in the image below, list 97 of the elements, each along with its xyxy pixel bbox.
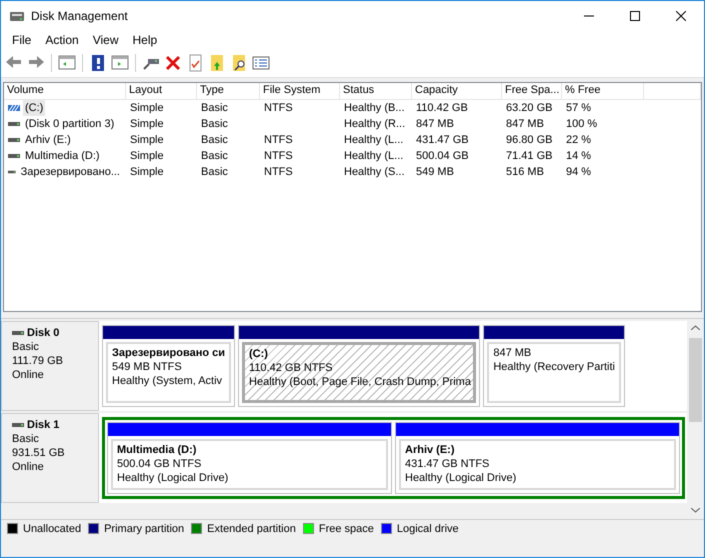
table-cell-text: 100 % [566, 117, 598, 132]
disk-type: Basic [12, 432, 40, 446]
window-pane-button[interactable] [58, 54, 76, 72]
partition-name: Multimedia (D:) [117, 443, 198, 457]
legend-label: Extended partition [207, 522, 296, 534]
disk-size: 111.79 GB [12, 354, 64, 368]
table-cell-text: 110.42 GB [416, 101, 468, 116]
table-cell-text: Healthy (L... [344, 133, 404, 148]
drive-icon [8, 120, 20, 128]
table-cell-text: NTFS [264, 149, 293, 164]
table-cell-text: 549 MB [416, 165, 454, 180]
striped-drive-icon [8, 104, 20, 112]
partition-block[interactable]: Arhiv (E:) 431.47 GB NTFS Healthy (Logical Drive) [395, 422, 680, 494]
table-cell-text: Basic [201, 149, 228, 164]
drive-icon [8, 168, 16, 176]
partition-size: 110.42 GB NTFS [249, 361, 334, 375]
drive-icon [12, 329, 24, 337]
close-icon [676, 10, 686, 20]
table-cell-text: Simple [130, 165, 164, 180]
drive-icon [8, 136, 20, 144]
table-cell-text: 57 % [566, 101, 592, 116]
partition-size: 431.47 GB NTFS [405, 457, 490, 471]
legend-label: Logical drive [396, 522, 459, 534]
legend-label: Free space [318, 522, 374, 534]
menu-item[interactable]: View [86, 32, 126, 46]
table-cell-text: 500.04 GB [416, 149, 469, 164]
table-cell-text: Simple [130, 133, 164, 148]
disk-name: Disk 1 [27, 418, 60, 432]
table-cell[interactable]: Зарезервировано... [18, 164, 122, 180]
partition-size: 549 MB NTFS [112, 360, 183, 374]
folder-search-button[interactable] [230, 54, 248, 72]
partition-block[interactable]: 847 MB Healthy (Recovery Partiti [483, 325, 625, 407]
table-cell[interactable]: (Disk 0 partition 3) [23, 116, 116, 132]
help-button[interactable] [89, 54, 107, 72]
partition-name: Зарезервировано си [112, 346, 226, 360]
table-cell-text: 516 MB [506, 165, 544, 180]
table-cell[interactable]: Multimedia (D:) [23, 148, 102, 164]
drive-icon [8, 152, 20, 160]
table-cell-text: 847 MB [506, 117, 544, 132]
scroll-thumb[interactable] [689, 338, 702, 422]
scroll-down-icon [691, 508, 700, 513]
table-cell-text: 22 % [566, 133, 592, 148]
table-cell-text: Basic [201, 101, 228, 116]
table-cell[interactable]: Arhiv (E:) [23, 132, 73, 148]
partition-status: Healthy (System, Activ [112, 374, 224, 388]
table-cell-text: Basic [201, 133, 228, 148]
table-cell-text: Healthy (B... [344, 101, 405, 116]
table-cell-text: Simple [130, 117, 164, 132]
legend-label: Unallocated [23, 522, 82, 534]
partition-status: Healthy (Logical Drive) [117, 471, 230, 485]
menu-item[interactable]: Action [38, 32, 86, 46]
column-header[interactable]: Volume [4, 83, 126, 99]
table-cell-text: NTFS [264, 165, 293, 180]
partition-size: 847 MB [493, 346, 532, 360]
scroll-up-icon [691, 325, 700, 330]
window-pane-button[interactable] [111, 54, 129, 72]
partition-size: 500.04 GB NTFS [117, 457, 202, 471]
table-cell-text: 94 % [566, 165, 592, 180]
table-cell-text: NTFS [264, 133, 293, 148]
disk-state: Online [12, 460, 45, 474]
table-cell-text: Basic [201, 165, 228, 180]
table-cell-text: 847 MB [416, 117, 454, 132]
table-cell[interactable]: (C:) [23, 100, 46, 116]
delete-button[interactable] [164, 54, 182, 72]
legend-label: Primary partition [104, 522, 184, 534]
menu-item[interactable]: File [5, 32, 38, 46]
partition-name: (C:) [249, 347, 269, 361]
menu-item[interactable]: Help [126, 32, 164, 46]
partition-status: Healthy (Logical Drive) [405, 471, 518, 485]
disk-name: Disk 0 [27, 326, 60, 340]
table-cell-text: Simple [130, 149, 164, 164]
window-title: Disk Management [31, 8, 129, 22]
partition-status: Healthy (Boot, Page File, Crash Dump, Prima [249, 375, 470, 389]
disk-size: 931.51 GB [12, 446, 66, 460]
table-cell-text: Healthy (L... [344, 149, 404, 164]
maximize-icon [630, 10, 640, 20]
partition-name: Arhiv (E:) [405, 443, 456, 457]
table-cell-text: Healthy (R... [344, 117, 406, 132]
partition-block[interactable]: Multimedia (D:) 500.04 GB NTFS Healthy (Logical Drive) [107, 422, 392, 494]
table-cell-text: 431.47 GB [416, 133, 469, 148]
column-header[interactable]: Type [197, 83, 260, 99]
table-cell-text: 96.80 GB [506, 133, 552, 148]
table-cell-text: 71.41 GB [506, 149, 552, 164]
table-cell-text: Simple [130, 101, 164, 116]
partition-status: Healthy (Recovery Partiti [493, 360, 615, 374]
disk-state: Online [12, 368, 45, 382]
table-cell-text: Healthy (S... [344, 165, 405, 180]
partition-block[interactable]: Зарезервировано си 549 MB NTFS Healthy (System, Activ [102, 325, 236, 407]
partition-block[interactable]: (C:) 110.42 GB NTFS Healthy (Boot, Page File, Crash Dump, Prima [238, 325, 480, 407]
properties-list-button[interactable] [252, 54, 270, 72]
table-cell-text: NTFS [264, 101, 293, 116]
table-cell-text: 63.20 GB [506, 101, 552, 116]
drive-icon [12, 421, 24, 429]
disk-type: Basic [12, 340, 40, 354]
column-header[interactable]: % Free [562, 83, 644, 99]
table-cell-text: 14 % [566, 149, 592, 164]
table-cell-text: Basic [201, 117, 228, 132]
